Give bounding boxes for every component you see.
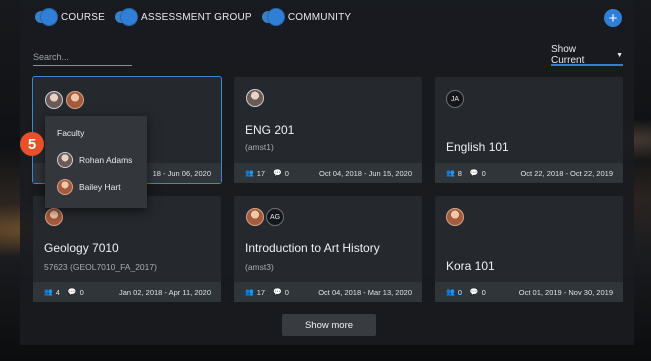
toggle-switch[interactable]: [261, 9, 284, 25]
course-card[interactable]: ENG 201 (amst1) 👥 17 💬 0 Oct 04, 2018 - Ju…: [234, 77, 422, 183]
card-dates: Jan 02, 2018 - Apr 11, 2020: [118, 287, 211, 297]
card-title: Kora 101: [446, 259, 495, 273]
card-subtitle: (amst3): [245, 262, 274, 272]
toggle-switch[interactable]: [114, 9, 137, 25]
card-title: English 101: [446, 140, 509, 154]
chat-icon: 💬: [273, 289, 282, 296]
members-count: 👥 0: [446, 287, 462, 297]
members-count: 👥 17: [245, 168, 266, 178]
search-input[interactable]: [33, 52, 132, 62]
comments-count: 💬 0: [273, 287, 289, 297]
card-title: Geology 7010: [44, 241, 119, 255]
card-dates: Oct 22, 2018 - Oct 22, 2019: [520, 168, 613, 178]
toggle-assessment-group[interactable]: ASSESSMENT GROUP: [114, 9, 252, 25]
avatar: [45, 91, 63, 109]
course-card[interactable]: AG Introduction to Art History (amst3) 👥…: [234, 196, 422, 302]
avatar: [66, 91, 84, 109]
card-dates: 18 - Jun 06, 2020: [152, 168, 211, 178]
card-subtitle: (amst1): [245, 142, 274, 152]
avatar: [57, 152, 73, 168]
add-button[interactable]: +: [604, 9, 622, 27]
card-dates: Oct 04, 2018 - Jun 15, 2020: [319, 168, 412, 178]
toggle-course[interactable]: COURSE: [35, 9, 105, 25]
search-field[interactable]: [33, 47, 132, 66]
avatar: [246, 89, 264, 107]
avatar-initials: AG: [266, 208, 284, 226]
course-card[interactable]: JA English 101 👥 8 💬 0 Oct 22, 2018 - Oct …: [435, 77, 623, 183]
faculty-popover: Faculty Rohan Adams Bailey Hart: [45, 116, 147, 208]
view-select-label: Show Current: [551, 44, 585, 66]
avatar: [246, 208, 264, 226]
avatar: [57, 179, 73, 195]
toggle-label: ASSESSMENT GROUP: [140, 11, 252, 23]
members-count: 👥 4: [44, 287, 60, 297]
members-count: 👥 8: [446, 168, 462, 178]
card-dates: Oct 01, 2019 - Nov 30, 2019: [518, 287, 613, 297]
filter-toggles: COURSE ASSESSMENT GROUP COMMUNITY: [35, 9, 361, 25]
step-badge: 5: [20, 132, 44, 156]
chat-icon: 💬: [469, 289, 479, 296]
card-footer: 👥 17 💬 0 Oct 04, 2018 - Jun 15, 2020: [234, 163, 422, 183]
faculty-name: Bailey Hart: [79, 182, 121, 192]
card-footer: 👥 4 💬 0 Jan 02, 2018 - Apr 11, 2020: [33, 282, 221, 302]
toggle-label: COURSE: [61, 11, 105, 23]
popover-header: Faculty: [57, 128, 85, 138]
card-title: ENG 201: [245, 123, 295, 137]
view-select[interactable]: Show Current ▼: [551, 44, 623, 66]
card-footer: 👥 8 💬 0 Oct 22, 2018 - Oct 22, 2019: [435, 163, 623, 183]
comments-count: 💬 0: [469, 287, 486, 297]
faculty-name: Rohan Adams: [79, 155, 133, 165]
chat-icon: 💬: [67, 289, 77, 296]
people-icon: 👥: [446, 170, 455, 177]
members-count: 👥 17: [245, 287, 266, 297]
card-title: Introduction to Art History: [245, 241, 380, 255]
card-dates: Oct 04, 2018 - Mar 13, 2020: [318, 287, 412, 297]
comments-count: 💬 0: [67, 287, 84, 297]
chat-icon: 💬: [469, 170, 479, 177]
toggle-label: COMMUNITY: [287, 11, 352, 23]
plus-icon: +: [608, 9, 618, 27]
people-icon: 👥: [446, 289, 455, 296]
course-card[interactable]: Geology 7010 57623 (GEOL7010_FA_2017) 👥 4…: [33, 196, 221, 302]
toggle-community[interactable]: COMMUNITY: [261, 9, 352, 25]
toggle-switch[interactable]: [35, 9, 57, 25]
comments-count: 💬 0: [273, 168, 289, 178]
people-icon: 👥: [245, 289, 254, 296]
faculty-item[interactable]: Rohan Adams: [57, 152, 132, 168]
avatar: [446, 208, 464, 226]
people-icon: 👥: [44, 289, 53, 296]
avatar: [45, 208, 63, 226]
chat-icon: 💬: [273, 170, 282, 177]
show-more-button[interactable]: Show more: [282, 314, 376, 336]
card-footer: 👥 17 💬 0 Oct 04, 2018 - Mar 13, 2020: [234, 282, 422, 302]
faculty-item[interactable]: Bailey Hart: [57, 179, 121, 195]
chevron-down-icon: ▼: [616, 51, 623, 59]
course-card[interactable]: Kora 101 👥 0 💬 0 Oct 01, 2019 - Nov 30, 20…: [435, 196, 623, 302]
card-footer: 👥 0 💬 0 Oct 01, 2019 - Nov 30, 2019: [435, 282, 623, 302]
comments-count: 💬 0: [469, 168, 486, 178]
people-icon: 👥: [245, 170, 254, 177]
card-subtitle: 57623 (GEOL7010_FA_2017): [44, 262, 157, 272]
avatar-initials: JA: [446, 90, 464, 108]
